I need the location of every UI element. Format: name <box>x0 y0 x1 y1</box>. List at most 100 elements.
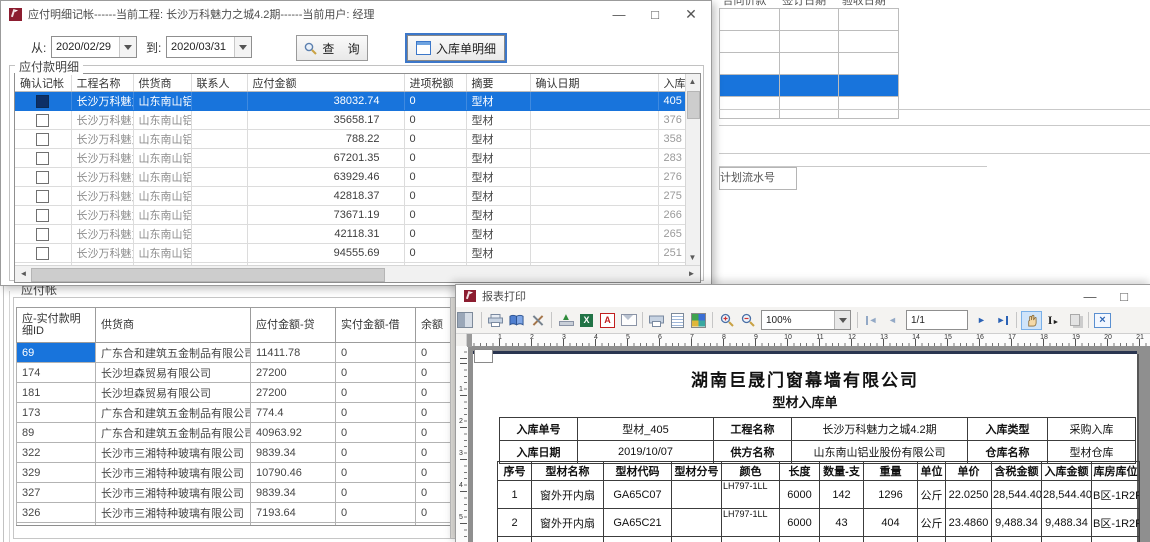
mail-icon[interactable] <box>619 312 638 329</box>
detail-row[interactable]: 长沙万科魅力... 山东南山铝业... 63929.46 0 型材 276 <box>15 168 685 187</box>
plan-serial-field[interactable]: 计划流水号 <box>719 167 797 190</box>
hand-tool-button[interactable] <box>1021 311 1042 330</box>
payable-row[interactable]: 327 长沙市三湘特种玻璃有限公司 9839.34 0 0 <box>17 483 458 503</box>
detail-row[interactable]: 长沙万科魅力... 山东南山铝业... 788.22 0 型材 358 <box>15 130 685 149</box>
contract-row[interactable] <box>720 31 899 53</box>
detail-grid-header[interactable]: 确认日期 <box>530 74 658 92</box>
vertical-scroll-thumb[interactable] <box>687 91 700 119</box>
payable-grid-header[interactable]: 供货商 <box>96 308 251 343</box>
query-button[interactable]: 查 询 <box>296 35 368 61</box>
close-button[interactable]: ✕ <box>673 1 709 27</box>
confirm-checkbox-cell <box>15 244 71 263</box>
chevron-down-icon[interactable] <box>834 311 850 329</box>
vertical-scrollbar[interactable]: ▲ ▼ <box>685 74 700 265</box>
payable-row[interactable]: 173 广东合和建筑五金制品有限公司 774.4 0 0 <box>17 403 458 423</box>
close-preview-button[interactable]: × <box>1093 312 1112 329</box>
confirm-checkbox[interactable] <box>36 190 49 203</box>
horizontal-scroll-thumb[interactable] <box>31 268 385 282</box>
horizontal-scrollbar[interactable]: ◄ ► <box>15 265 700 282</box>
detail-row[interactable]: 长沙万科魅力... 山东南山铝业... 94555.69 0 型材 251 <box>15 244 685 263</box>
detail-grid-header[interactable]: 联系人 <box>191 74 247 92</box>
scroll-left-icon[interactable]: ◄ <box>17 267 30 280</box>
detail-grid-header[interactable]: 工程名称 <box>71 74 133 92</box>
contract-row[interactable] <box>720 75 899 97</box>
payable-row[interactable]: 181 长沙坦森贸易有限公司 27200 0 0 <box>17 383 458 403</box>
detail-row[interactable]: 长沙万科魅力... 山东南山铝业... 35658.17 0 型材 376 <box>15 111 685 130</box>
contract-header-cell[interactable]: 签订日期 <box>779 0 839 9</box>
text-select-tool-button[interactable]: I► <box>1044 312 1063 329</box>
print-icon[interactable] <box>486 312 505 329</box>
contract-header-cell[interactable]: 验收日期 <box>839 0 899 9</box>
payable-row[interactable]: 326 长沙市三湘特种玻璃有限公司 7193.64 0 0 <box>17 503 458 523</box>
payable-grid-header[interactable]: 实付金额-借 <box>336 308 416 343</box>
from-date-select[interactable]: 2020/02/29 <box>51 36 137 58</box>
tools-icon[interactable] <box>528 312 547 329</box>
scroll-down-icon[interactable]: ▼ <box>686 250 699 265</box>
detail-row[interactable]: 长沙万科魅力... 山东南山铝业... 73671.19 0 型材 266 <box>15 206 685 225</box>
ruler-number: 4 <box>457 482 465 489</box>
contract-row[interactable] <box>720 9 899 31</box>
print-setup-icon[interactable] <box>647 312 666 329</box>
detail-grid-header[interactable]: 入库 <box>658 74 685 92</box>
zoom-level-select[interactable]: 100% <box>761 310 851 330</box>
scroll-up-icon[interactable]: ▲ <box>686 74 699 89</box>
payable-row[interactable]: 长沙市三湘特种玻璃有限公司 <box>17 523 458 527</box>
cell-tax-amount: 9,488.34 <box>992 509 1042 537</box>
confirm-checkbox[interactable] <box>36 95 49 108</box>
payable-grid-header[interactable]: 应付金额-贷 <box>251 308 336 343</box>
detail-gridbox: 确认记帐工程名称供货商联系人应付金额进项税额摘要确认日期入库 长沙万科魅力...… <box>14 73 701 283</box>
page-setup-icon[interactable] <box>668 312 687 329</box>
detail-row[interactable]: 长沙万科魅力... 山东南山铝业... 42118.31 0 型材 265 <box>15 225 685 244</box>
maximize-button[interactable]: □ <box>1107 285 1141 307</box>
contract-row[interactable] <box>720 53 899 75</box>
sidebar-toggle-icon[interactable] <box>458 312 477 329</box>
book-icon[interactable] <box>507 312 526 329</box>
pdf-export-icon[interactable]: A <box>598 312 617 329</box>
first-page-button[interactable]: ◄ <box>862 312 881 329</box>
zoom-out-icon[interactable] <box>738 312 757 329</box>
to-date-select[interactable]: 2020/03/31 <box>166 36 252 58</box>
minimize-button[interactable]: — <box>1073 285 1107 307</box>
payable-grid-header[interactable]: 应-实付款明细ID <box>17 308 96 343</box>
confirm-checkbox[interactable] <box>36 228 49 241</box>
options-grid-icon[interactable] <box>689 312 708 329</box>
detail-grid-header[interactable]: 进项税额 <box>404 74 466 92</box>
chevron-down-icon[interactable] <box>119 37 136 57</box>
confirm-checkbox[interactable] <box>36 133 49 146</box>
export-icon[interactable]: ▲ <box>556 312 575 329</box>
excel-export-icon[interactable]: X <box>577 312 596 329</box>
zoom-in-icon[interactable] <box>717 312 736 329</box>
inbound-detail-button[interactable]: 入库单明细 <box>407 35 505 61</box>
page-indicator-input[interactable]: 1/1 <box>906 310 968 330</box>
detail-row[interactable]: 长沙万科魅力... 山东南山铝业... 42818.37 0 型材 275 <box>15 187 685 206</box>
payable-row[interactable]: 329 长沙市三湘特种玻璃有限公司 10790.46 0 0 <box>17 463 458 483</box>
payable-row[interactable]: 69 广东合和建筑五金制品有限公司 11411.78 0 0 <box>17 343 458 363</box>
payable-row[interactable]: 174 长沙坦森贸易有限公司 27200 0 0 <box>17 363 458 383</box>
detail-grid-header[interactable]: 确认记帐 <box>15 74 71 92</box>
contract-header-cell[interactable]: 合同价款 <box>720 0 780 9</box>
payable-row[interactable]: 322 长沙市三湘特种玻璃有限公司 9839.34 0 0 <box>17 443 458 463</box>
payable-row[interactable]: 89 广东合和建筑五金制品有限公司 40963.92 0 0 <box>17 423 458 443</box>
confirm-checkbox[interactable] <box>36 152 49 165</box>
detail-row[interactable]: 长沙万科魅力... 山东南山铝业... 67201.35 0 型材 283 <box>15 149 685 168</box>
detail-grid-header[interactable]: 摘要 <box>466 74 530 92</box>
chevron-down-icon[interactable] <box>234 37 251 57</box>
minimize-button[interactable]: — <box>601 1 637 27</box>
copy-tool-button[interactable] <box>1065 312 1084 329</box>
panel-border <box>3 285 4 542</box>
close-button[interactable]: ✕ <box>1141 285 1150 307</box>
scroll-right-icon[interactable]: ► <box>685 267 698 280</box>
confirm-checkbox[interactable] <box>36 114 49 127</box>
next-page-button[interactable]: ► <box>972 312 991 329</box>
maximize-button[interactable]: □ <box>637 1 673 27</box>
detail-row[interactable]: 长沙万科魅力... 山东南山铝业... 38032.74 0 型材 405 <box>15 92 685 111</box>
detail-grid-header[interactable]: 供货商 <box>133 74 191 92</box>
contract-row[interactable] <box>720 97 899 119</box>
last-page-button[interactable]: ► <box>993 312 1012 329</box>
confirm-checkbox[interactable] <box>36 171 49 184</box>
confirm-checkbox[interactable] <box>36 209 49 222</box>
detail-grid-header[interactable]: 应付金额 <box>247 74 404 92</box>
confirm-checkbox[interactable] <box>36 247 49 260</box>
prev-page-button[interactable]: ◄ <box>883 312 902 329</box>
desktop: 合同价款签订日期验收日期 计划流水号 <box>0 0 1150 542</box>
